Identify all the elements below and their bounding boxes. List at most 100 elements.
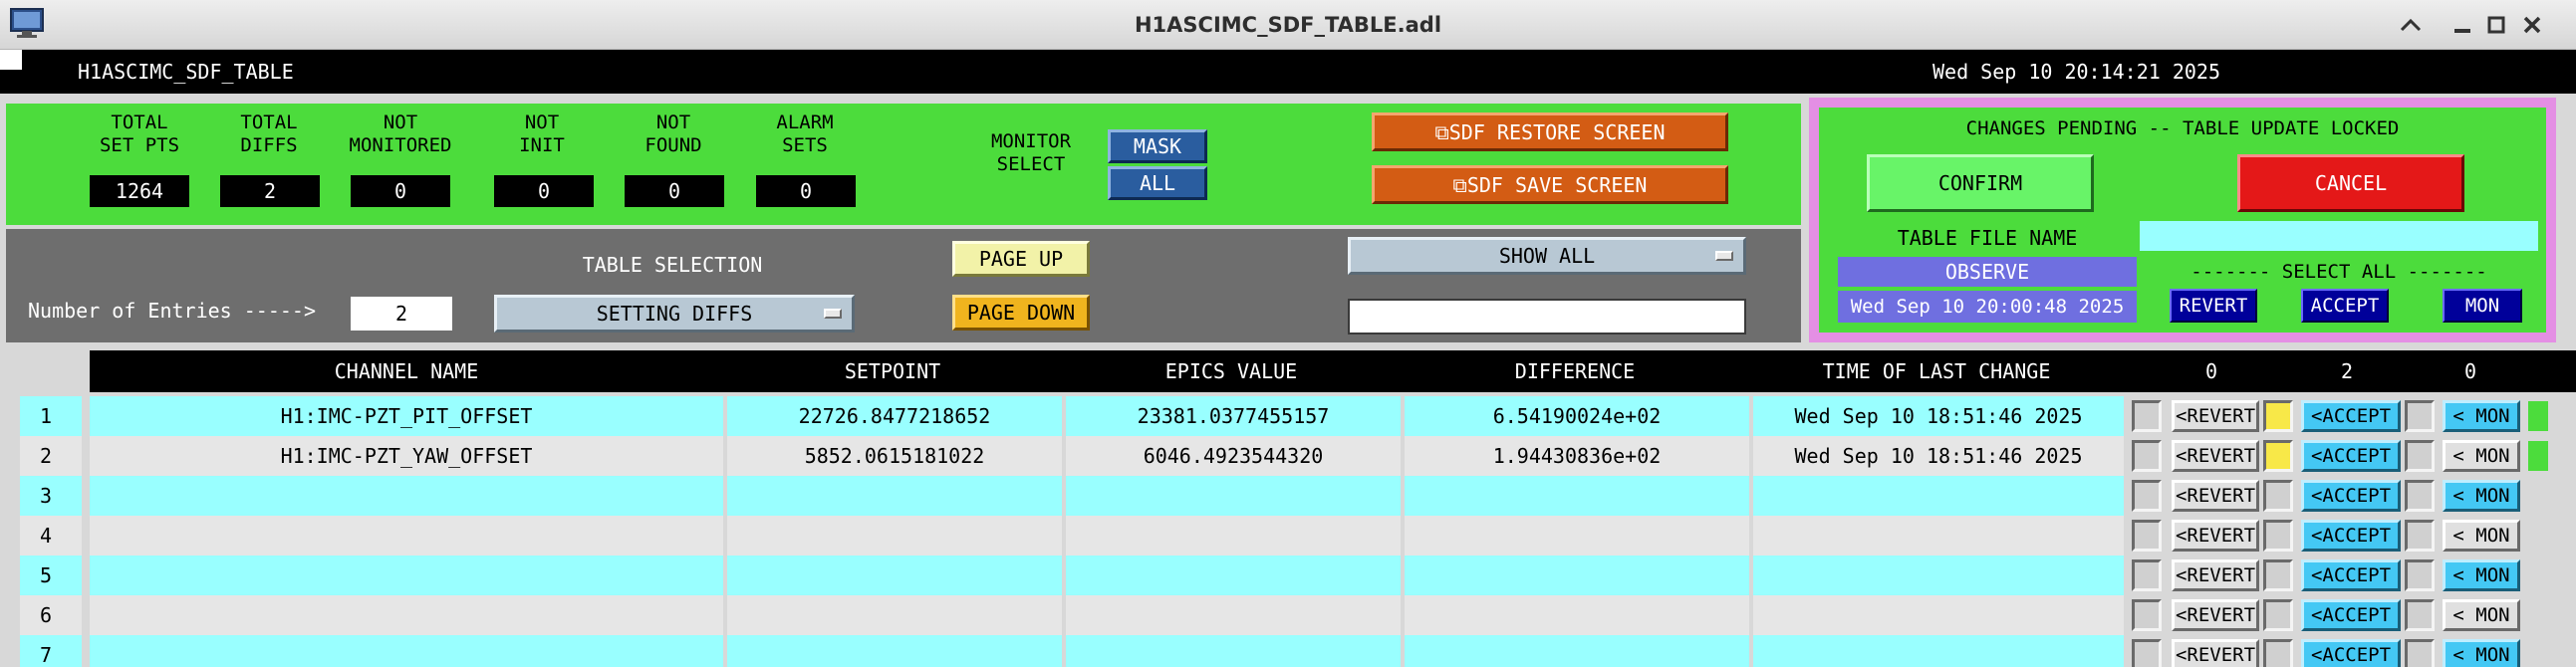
- table-selection-value: SETTING DIFFS: [596, 302, 753, 326]
- row-epics-value: [1066, 635, 1401, 667]
- row-revert-button[interactable]: <REVERT: [2172, 559, 2259, 591]
- row-epics-value: 23381.0377455157: [1066, 396, 1401, 436]
- row-index: 5: [20, 556, 82, 595]
- window-title: H1ASCIMC_SDF_TABLE.adl: [1134, 13, 1442, 37]
- maximize-icon[interactable]: [2481, 10, 2511, 40]
- mon-checkbox[interactable]: [2405, 599, 2435, 631]
- mon-checkbox[interactable]: [2405, 440, 2435, 472]
- table-row: 7: [20, 635, 2124, 667]
- mon-checkbox[interactable]: [2405, 639, 2435, 667]
- accept-checkbox[interactable]: [2263, 639, 2293, 667]
- row-accept-button[interactable]: <ACCEPT: [2301, 639, 2401, 667]
- revert-checkbox[interactable]: [2132, 639, 2162, 667]
- table-row: 2 H1:IMC-PZT_YAW_OFFSET 5852.0615181022 604…: [20, 436, 2124, 476]
- row-revert-button[interactable]: <REVERT: [2172, 599, 2259, 631]
- row-status-indicator: [2528, 401, 2548, 431]
- row-mon-button[interactable]: < MON: [2443, 599, 2520, 631]
- row-accept-button[interactable]: <ACCEPT: [2301, 559, 2401, 591]
- close-icon[interactable]: [2517, 10, 2547, 40]
- table-row: 3: [20, 476, 2124, 516]
- page-up-button[interactable]: PAGE UP: [952, 241, 1090, 277]
- row-accept-button[interactable]: <ACCEPT: [2301, 440, 2401, 472]
- column-header-mon-count: 0: [2463, 359, 2477, 383]
- table-selection-menu[interactable]: SETTING DIFFS: [494, 295, 855, 333]
- row-accept-button[interactable]: <ACCEPT: [2301, 599, 2401, 631]
- row-time: [1753, 476, 2124, 516]
- column-header-difference: DIFFERENCE: [1514, 359, 1636, 383]
- row-mon-button[interactable]: < MON: [2443, 520, 2520, 552]
- row-time: [1753, 556, 2124, 595]
- revert-checkbox[interactable]: [2132, 440, 2162, 472]
- row-mon-button[interactable]: < MON: [2443, 559, 2520, 591]
- row-setpoint: [727, 635, 1062, 667]
- select-all-accept-button[interactable]: ACCEPT: [2301, 289, 2389, 323]
- revert-checkbox[interactable]: [2132, 480, 2162, 512]
- row-difference: [1405, 476, 1749, 516]
- row-time: [1753, 516, 2124, 556]
- row-time: [1753, 635, 2124, 667]
- row-revert-button[interactable]: <REVERT: [2172, 400, 2259, 432]
- row-mon-button[interactable]: < MON: [2443, 639, 2520, 667]
- mask-button[interactable]: MASK: [1108, 129, 1207, 163]
- revert-checkbox[interactable]: [2132, 520, 2162, 552]
- mon-checkbox[interactable]: [2405, 400, 2435, 432]
- row-index: 4: [20, 516, 82, 556]
- revert-checkbox[interactable]: [2132, 400, 2162, 432]
- sdf-save-screen-button[interactable]: ⧉SDF SAVE SCREEN: [1372, 165, 1728, 204]
- row-accept-button[interactable]: <ACCEPT: [2301, 400, 2401, 432]
- stat-label-total-diffs: TOTAL DIFFS: [240, 111, 298, 156]
- cancel-button[interactable]: CANCEL: [2237, 154, 2464, 212]
- search-input[interactable]: [1348, 299, 1746, 334]
- stat-label-not-init: NOT INIT: [519, 111, 565, 156]
- revert-checkbox[interactable]: [2132, 599, 2162, 631]
- accept-checkbox[interactable]: [2263, 520, 2293, 552]
- mon-checkbox[interactable]: [2405, 559, 2435, 591]
- row-channel-name: [90, 556, 723, 595]
- row-epics-value: [1066, 595, 1401, 635]
- select-all-label: ------- SELECT ALL -------: [2190, 261, 2487, 283]
- mon-checkbox[interactable]: [2405, 520, 2435, 552]
- select-all-revert-button[interactable]: REVERT: [2170, 289, 2257, 323]
- minimize-icon[interactable]: [2447, 10, 2477, 40]
- row-accept-button[interactable]: <ACCEPT: [2301, 480, 2401, 512]
- page-down-button[interactable]: PAGE DOWN: [952, 295, 1090, 331]
- select-all-mon-button[interactable]: MON: [2443, 289, 2522, 323]
- confirm-button[interactable]: CONFIRM: [1867, 154, 2094, 212]
- stat-label-alarm-sets: ALARM SETS: [776, 111, 834, 156]
- table-row: 4: [20, 516, 2124, 556]
- row-channel-name: H1:IMC-PZT_YAW_OFFSET: [90, 436, 723, 476]
- accept-checkbox[interactable]: [2263, 400, 2293, 432]
- mon-checkbox[interactable]: [2405, 480, 2435, 512]
- row-channel-name: [90, 635, 723, 667]
- revert-checkbox[interactable]: [2132, 559, 2162, 591]
- row-epics-value: [1066, 516, 1401, 556]
- row-index: 1: [20, 396, 82, 436]
- accept-checkbox[interactable]: [2263, 440, 2293, 472]
- row-revert-button[interactable]: <REVERT: [2172, 520, 2259, 552]
- row-mon-button[interactable]: < MON: [2443, 480, 2520, 512]
- accept-checkbox[interactable]: [2263, 480, 2293, 512]
- row-accept-button[interactable]: <ACCEPT: [2301, 520, 2401, 552]
- all-button[interactable]: ALL: [1108, 166, 1207, 200]
- monitor-select-label: MONITOR SELECT: [990, 130, 1072, 175]
- row-difference: 6.54190024e+02: [1405, 396, 1749, 436]
- row-revert-button[interactable]: <REVERT: [2172, 440, 2259, 472]
- row-difference: 1.94430836e+02: [1405, 436, 1749, 476]
- stat-label-not-found: NOT FOUND: [644, 111, 702, 156]
- accept-checkbox[interactable]: [2263, 599, 2293, 631]
- row-mon-button[interactable]: < MON: [2443, 440, 2520, 472]
- row-revert-button[interactable]: <REVERT: [2172, 480, 2259, 512]
- row-channel-name: [90, 595, 723, 635]
- row-revert-button[interactable]: <REVERT: [2172, 639, 2259, 667]
- table-row: 1 H1:IMC-PZT_PIT_OFFSET 22726.8477218652 23…: [20, 396, 2124, 436]
- table-file-name-value: OBSERVE: [1838, 257, 2137, 287]
- row-mon-button[interactable]: < MON: [2443, 400, 2520, 432]
- chevron-up-icon[interactable]: [2396, 10, 2426, 40]
- filter-menu[interactable]: SHOW ALL: [1348, 237, 1746, 275]
- accept-checkbox[interactable]: [2263, 559, 2293, 591]
- corner-marker: [0, 50, 22, 70]
- row-channel-name: H1:IMC-PZT_PIT_OFFSET: [90, 396, 723, 436]
- menu-arrow-icon: [1715, 251, 1733, 261]
- table-file-name-input[interactable]: [2140, 221, 2538, 251]
- sdf-restore-screen-button[interactable]: ⧉SDF RESTORE SCREEN: [1372, 112, 1728, 151]
